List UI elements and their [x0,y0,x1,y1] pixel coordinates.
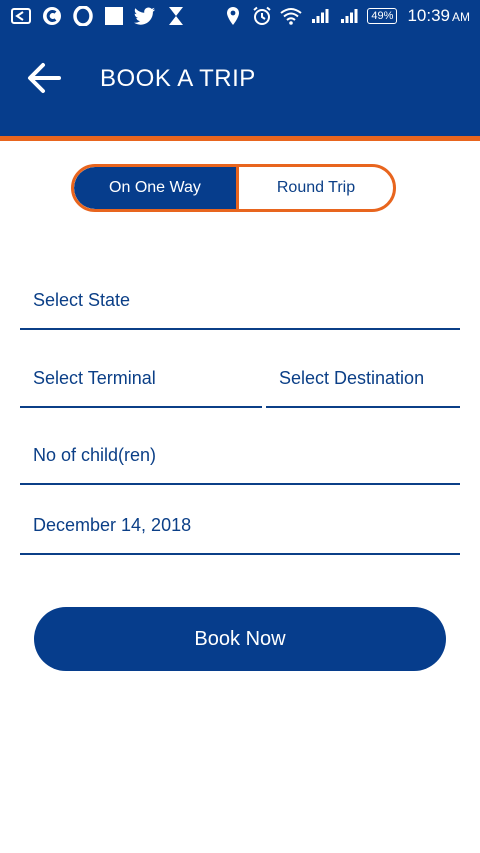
state-select-label: Select State [33,290,131,310]
clock-time: 10:39 [407,6,450,25]
app-bar: BOOK A TRIP [0,32,480,141]
trip-type-toggle: On One Way Round Trip [71,164,396,212]
status-clock: 10:39 AM [407,6,470,26]
round-trip-option[interactable]: Round Trip [239,167,393,209]
location-pin-icon [222,5,244,27]
status-bar-right-icons: 49% 10:39 AM [222,0,470,32]
children-count-label: No of child(ren) [33,445,157,465]
destination-select[interactable]: Select Destination [266,356,460,408]
back-button[interactable] [24,60,64,100]
status-bar: 49% 10:39 AM [0,0,480,32]
book-now-button[interactable]: Book Now [34,607,446,671]
terminal-select[interactable]: Select Terminal [20,356,262,408]
clock-ampm: AM [452,10,470,24]
book-trip-screen: 49% 10:39 AM BOOK A TRIP On One Way Round… [0,0,480,853]
arrow-left-icon [26,62,62,99]
twitter-icon [134,5,156,27]
cast-icon [10,5,32,27]
opera-icon [72,5,94,27]
travel-date-value: December 14, 2018 [33,515,192,535]
one-way-option[interactable]: On One Way [74,167,239,209]
status-bar-left-icons [10,0,187,32]
battery-indicator: 49% [367,8,398,24]
terminal-select-label: Select Terminal [33,368,156,388]
page-title: BOOK A TRIP [100,65,256,92]
alarm-icon [251,5,273,27]
signal-icon [309,5,331,27]
white-square-icon [103,5,125,27]
state-select[interactable]: Select State [20,278,460,330]
signal-icon [338,5,360,27]
browser-c-icon [41,5,63,27]
children-count-input[interactable]: No of child(ren) [20,434,460,485]
hourglass-icon [165,5,187,27]
destination-select-label: Select Destination [279,368,425,388]
wifi-icon [280,5,303,27]
travel-date-picker[interactable]: December 14, 2018 [20,504,460,555]
